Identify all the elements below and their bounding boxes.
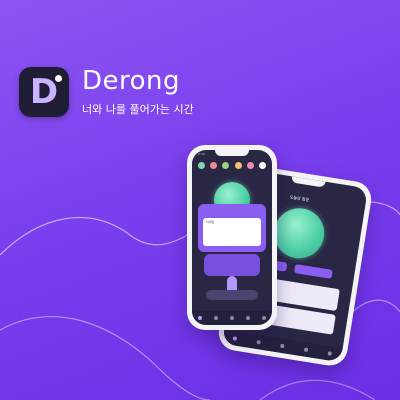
front-lower-card (204, 254, 260, 276)
back-planet-illustration (270, 204, 328, 262)
avatar-6[interactable] (258, 162, 266, 169)
front-tab-2-icon[interactable] (214, 316, 218, 320)
front-avatar-row (198, 162, 266, 170)
front-tab-home-icon[interactable] (198, 316, 202, 320)
front-tab-bar (192, 311, 272, 325)
back-button-right[interactable] (293, 264, 333, 279)
avatar-5[interactable] (246, 162, 254, 169)
profile-label: 닉네임 (206, 220, 215, 224)
avatar-4[interactable] (234, 162, 242, 169)
back-header-title: 오늘의 질문 (289, 194, 310, 203)
back-tab-4-icon[interactable] (303, 347, 309, 353)
back-tab-3-icon[interactable] (280, 343, 285, 349)
phone-front-notch (215, 150, 249, 156)
logo-dot (55, 75, 62, 82)
front-cloud-illustration (206, 290, 258, 300)
back-tab-home-icon[interactable] (232, 336, 238, 341)
back-tab-5-icon[interactable] (327, 351, 333, 356)
status-time: 2:30 (198, 152, 205, 156)
app-logo: D (19, 67, 69, 117)
app-logo-letter: D (29, 72, 59, 112)
app-tagline: 너와 나를 풀어가는 시간 (82, 103, 194, 116)
avatar-3[interactable] (222, 162, 230, 169)
phone-back-notch (291, 176, 326, 188)
app-name: Derong (82, 66, 181, 96)
front-tab-4-icon[interactable] (246, 316, 250, 320)
front-tab-5-icon[interactable] (262, 316, 266, 320)
avatar-2[interactable] (210, 162, 218, 169)
back-tab-2-icon[interactable] (256, 339, 261, 345)
avatar-1[interactable] (198, 162, 205, 169)
front-profile-card: 닉네임 (198, 204, 266, 252)
front-tab-3-icon[interactable] (230, 316, 234, 320)
phone-front-screen: 2:30 닉네임 (192, 150, 272, 325)
phone-mockup-front: 2:30 닉네임 (187, 145, 277, 330)
